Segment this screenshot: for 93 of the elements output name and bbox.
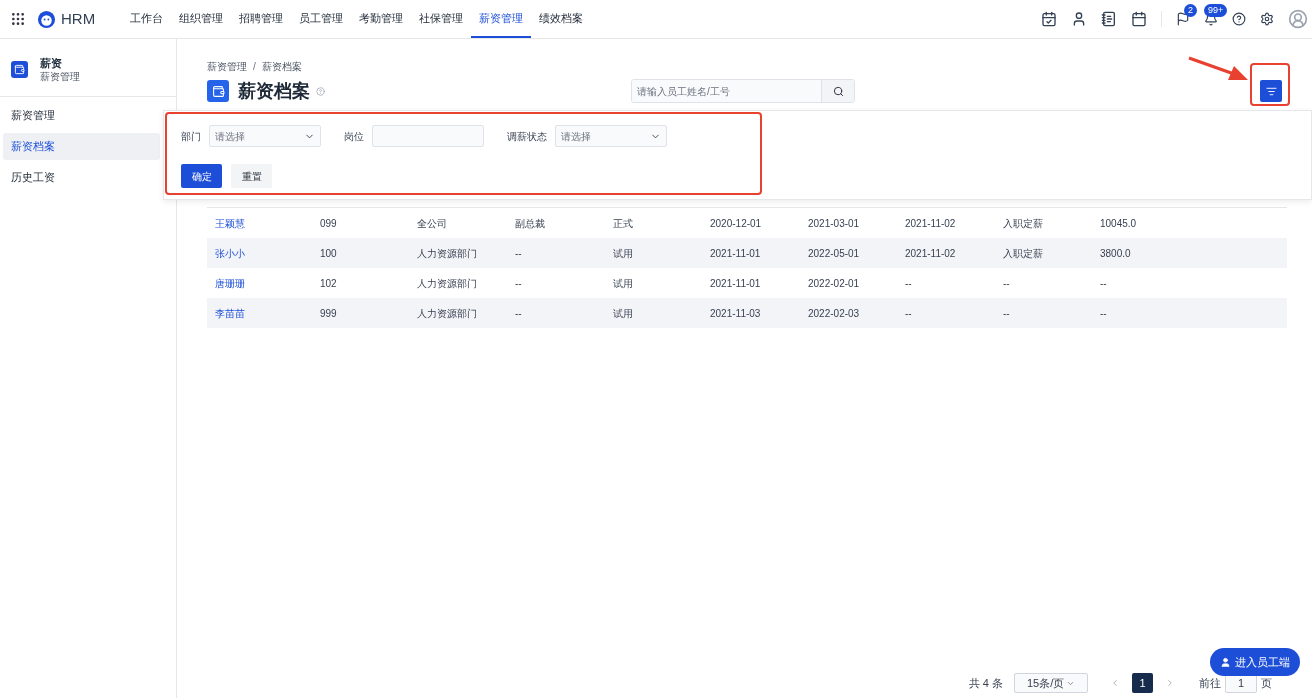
wallet-badge-icon xyxy=(207,80,229,102)
table-cell-text: 2022-02-01 xyxy=(808,276,861,291)
table-cell-text: 2021-11-03 xyxy=(710,306,762,321)
table-cell-text: 人力资源部门 xyxy=(417,246,478,261)
table-cell-text: 2021-03-01 xyxy=(808,216,861,231)
filter-label: 调薪状态 xyxy=(507,129,547,144)
table-cell-text: 正式 xyxy=(613,216,634,231)
table-cell-text: 试用 xyxy=(613,306,634,321)
confirm-button[interactable]: 确定 xyxy=(181,164,222,188)
search-field[interactable]: 请输入员工姓名/工号 xyxy=(631,79,855,103)
nav-tab[interactable]: 组织管理 xyxy=(171,0,232,38)
nav-tab[interactable]: 薪资管理 xyxy=(471,0,532,38)
table-cell-text: 2021-11-01 xyxy=(710,276,762,291)
table-cell-text: 人力资源部门 xyxy=(417,306,478,321)
table-cell-text: 2022-05-01 xyxy=(808,246,861,261)
table-cell-text: 099 xyxy=(320,216,338,231)
notebook-icon[interactable] xyxy=(1101,11,1117,27)
calendar-check-icon[interactable] xyxy=(1041,11,1057,27)
module-title: 薪资 xyxy=(40,56,63,70)
page-number[interactable]: 1 xyxy=(1132,673,1153,693)
nav-tab[interactable]: 考勤管理 xyxy=(351,0,412,38)
reset-button[interactable]: 重置 xyxy=(231,164,272,188)
table-cell-text: 999 xyxy=(320,306,338,321)
total-count: 共 4 条 xyxy=(968,675,1003,691)
table-cell-text: 试用 xyxy=(613,276,634,291)
goto-suffix: 页 xyxy=(1261,675,1272,691)
nav-tab[interactable]: 社保管理 xyxy=(411,0,472,38)
table-cell-text: -- xyxy=(905,276,913,291)
brand-name: HRM xyxy=(61,8,96,29)
table-cell-text: 人力资源部门 xyxy=(417,276,478,291)
highlight-frame xyxy=(1250,63,1290,106)
filter-label: 部门 xyxy=(181,129,201,144)
nav-tab[interactable]: 绩效档案 xyxy=(531,0,592,38)
nav-tab[interactable]: 招聘管理 xyxy=(231,0,292,38)
page-size-select[interactable]: 15条/页 xyxy=(1014,673,1088,693)
table-cell-text: -- xyxy=(1003,276,1011,291)
filter-label: 岗位 xyxy=(344,129,364,144)
filter-select[interactable]: 请选择 xyxy=(209,125,321,147)
table-cell-text: 10045.0 xyxy=(1100,216,1138,231)
employee-name-link[interactable]: 张小小 xyxy=(207,245,320,261)
nav-tab[interactable]: 员工管理 xyxy=(291,0,352,38)
filter-select[interactable]: 请选择 xyxy=(555,125,667,147)
employee-name-link[interactable]: 李苗苗 xyxy=(207,305,320,321)
table-cell-text: 试用 xyxy=(613,246,634,261)
filter-input[interactable] xyxy=(372,125,484,147)
breadcrumb-link[interactable]: 薪资管理 xyxy=(207,59,247,74)
table-cell-text: -- xyxy=(1003,306,1011,321)
employee-name-link[interactable]: 王颖慧 xyxy=(207,215,320,231)
notification-badge: 2 xyxy=(1184,4,1197,17)
table-cell-text: 3800.0 xyxy=(1100,246,1132,261)
table-cell-text: 100 xyxy=(320,246,338,261)
help-icon[interactable] xyxy=(1232,12,1246,26)
table-cell-text: -- xyxy=(1100,306,1108,321)
table-cell-text: 入职定薪 xyxy=(1003,216,1044,231)
flag-icon[interactable] xyxy=(1176,12,1190,26)
employee-portal-button[interactable]: 进入员工端 xyxy=(1210,648,1300,676)
annotation-arrow xyxy=(1188,56,1248,82)
table-cell-text: -- xyxy=(1100,276,1108,291)
settings-icon[interactable] xyxy=(1260,12,1274,26)
table-cell-text: 2022-02-03 xyxy=(808,306,861,321)
employee-name-link[interactable]: 唐珊珊 xyxy=(207,275,320,291)
module-subtitle: 薪资管理 xyxy=(40,70,80,83)
sidebar-item[interactable]: 历史工资 xyxy=(3,164,160,191)
calendar-icon[interactable] xyxy=(1131,11,1147,27)
notification-badge: 99+ xyxy=(1204,4,1228,17)
table-cell-text: -- xyxy=(905,306,913,321)
table-cell-text: 入职定薪 xyxy=(1003,246,1044,261)
sidebar-item[interactable]: 薪资档案 xyxy=(3,133,160,160)
table-cell-text: -- xyxy=(515,306,523,321)
table-cell-text: 副总裁 xyxy=(515,216,546,231)
filter-button[interactable] xyxy=(1260,80,1282,102)
table-cell-text: 全公司 xyxy=(417,216,448,231)
search-button[interactable] xyxy=(821,80,854,102)
nav-tab[interactable]: 工作台 xyxy=(122,0,172,38)
table-cell-text: 102 xyxy=(320,276,338,291)
goto-label: 前往 xyxy=(1199,675,1221,691)
table-cell-text: 2021-11-02 xyxy=(905,216,957,231)
breadcrumb-separator: / xyxy=(253,60,256,74)
breadcrumb-link[interactable]: 薪资档案 xyxy=(261,59,302,74)
user-icon xyxy=(1220,656,1231,668)
table-cell-text: -- xyxy=(515,246,523,261)
search-icon xyxy=(832,85,844,97)
sidebar-item[interactable]: 薪资管理 xyxy=(3,102,160,129)
apps-grid-icon[interactable] xyxy=(10,11,26,27)
logo-icon xyxy=(37,9,56,29)
wallet-badge-icon xyxy=(11,61,28,78)
page-title: 薪资档案 xyxy=(238,79,310,103)
table-cell-text: 2021-11-01 xyxy=(710,246,762,261)
user-icon[interactable] xyxy=(1071,11,1087,27)
table-cell-text: 2020-12-01 xyxy=(710,216,763,231)
filter-icon xyxy=(1265,85,1277,97)
table-cell-text: 2021-11-02 xyxy=(905,246,957,261)
table-cell-text: -- xyxy=(515,276,523,291)
